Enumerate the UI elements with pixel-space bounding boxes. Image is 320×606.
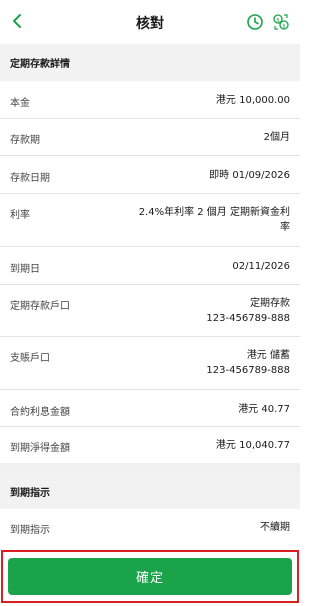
- row-label: 存款期: [10, 135, 40, 146]
- row-value-line2: 123-456789-888: [206, 365, 290, 376]
- row-label: 定期存款戶口: [10, 301, 70, 312]
- confirm-button[interactable]: 確定: [8, 558, 292, 595]
- section-title-maturity: 到期指示: [0, 473, 300, 509]
- row-label: 到期日: [10, 264, 40, 275]
- row-value: 02/11/2026: [232, 261, 290, 272]
- row-label: 利率: [10, 210, 30, 221]
- row-deposit-date: 存款日期 即時 01/09/2026: [0, 156, 300, 194]
- row-value-line1: 定期存款: [250, 298, 290, 309]
- row-label: 合約利息金額: [10, 407, 70, 418]
- row-value: 2個月: [263, 132, 290, 143]
- row-maturity-instruction: 到期指示 不續期: [0, 509, 300, 546]
- row-principal: 本金 港元 10,000.00: [0, 81, 300, 119]
- row-value: 不續期: [260, 522, 290, 533]
- row-label: 本金: [10, 98, 30, 109]
- row-interest-rate: 利率 2.4%年利率 2 個月 定期新資金利 率: [0, 194, 300, 247]
- section-divider: [0, 463, 300, 473]
- row-label: 存款日期: [10, 173, 50, 184]
- row-value-line1: 港元 儲蓄: [246, 350, 290, 361]
- top-bar: 核對 $ $: [0, 0, 300, 44]
- row-value: 即時 01/09/2026: [209, 170, 290, 181]
- row-value-line2: 123-456789-888: [206, 313, 290, 324]
- clock-icon: [247, 14, 263, 30]
- row-net-maturity-amount: 到期淨得金額 港元 10,040.77: [0, 427, 300, 463]
- row-term: 存款期 2個月: [0, 119, 300, 156]
- row-value-line2: 率: [280, 222, 290, 233]
- row-value: 港元 10,000.00: [215, 95, 290, 106]
- svg-text:$: $: [276, 17, 280, 23]
- currency-exchange-button[interactable]: $ $: [270, 11, 292, 33]
- row-label: 到期淨得金額: [10, 443, 70, 454]
- row-contract-interest: 合約利息金額 港元 40.77: [0, 390, 300, 427]
- row-deposit-account: 定期存款戶口 定期存款 123-456789-888: [0, 285, 300, 337]
- svg-text:$: $: [282, 23, 286, 29]
- row-label: 到期指示: [10, 525, 50, 536]
- row-value-line1: 2.4%年利率 2 個月 定期新資金利: [138, 207, 290, 218]
- row-label: 支賬戶口: [10, 353, 50, 364]
- row-value: 港元 40.77: [238, 404, 290, 415]
- section-title-details: 定期存款詳情: [0, 44, 300, 81]
- row-debit-account: 支賬戶口 港元 儲蓄 123-456789-888: [0, 337, 300, 390]
- currency-exchange-icon: $ $: [273, 14, 289, 30]
- clock-button[interactable]: [244, 11, 266, 33]
- row-maturity-date: 到期日 02/11/2026: [0, 247, 300, 285]
- row-value: 港元 10,040.77: [215, 440, 290, 451]
